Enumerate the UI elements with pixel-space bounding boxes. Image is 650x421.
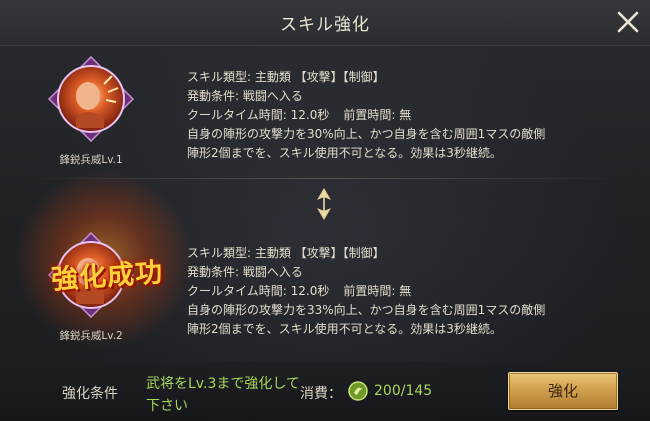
skill-trigger-line: 発動条件: 戦闘へ入る — [187, 89, 303, 103]
skill-effect-line-2: 陣形2個までを、スキル使用不可となる。効果は3秒継続。 — [187, 146, 502, 160]
cooldown-text: クールタイム時間: 12.0秒 — [187, 284, 330, 298]
condition-text: 武将をLv.3まで強化して下さい — [146, 376, 300, 414]
next-skill-name: 鋒鋭兵威Lv.2 — [59, 330, 123, 342]
cost-label: 消費： — [300, 386, 342, 402]
condition-label: 強化条件 — [62, 386, 118, 402]
skill-timing-line: クールタイム時間: 12.0秒 前置時間: 無 — [187, 106, 627, 125]
skill-icon — [48, 56, 134, 142]
close-icon[interactable] — [612, 6, 644, 38]
prep-time-text: 前置時間: 無 — [343, 284, 412, 298]
next-skill-row: 鋒鋭兵威Lv.2 スキル類型: 主動類 【攻撃】【制御】 発動条件: 戦闘へ入る… — [0, 232, 650, 362]
current-skill-description: スキル類型: 主動類 【攻撃】【制御】 発動条件: 戦闘へ入る クールタイム時間… — [187, 68, 627, 163]
next-skill-description: スキル類型: 主動類 【攻撃】【制御】 発動条件: 戦闘へ入る クールタイム時間… — [187, 244, 627, 339]
cooldown-text: クールタイム時間: 12.0秒 — [187, 108, 330, 122]
skill-enhance-dialog: スキル強化 鋒鋭兵威Lv.1 スキル類型: 主動類 【攻撃】【制御】 発動条件:… — [0, 0, 650, 421]
skill-effect-line-2: 陣形2個までを、スキル使用不可となる。効果は3秒継続。 — [187, 322, 502, 336]
skill-effect-line-1: 自身の陣形の攻撃力を33%向上、かつ自身を含む周囲1マスの敵側 — [187, 303, 546, 317]
resource-coin-icon — [348, 381, 368, 401]
skill-effect-line-1: 自身の陣形の攻撃力を30%向上、かつ自身を含む周囲1マスの敵側 — [187, 127, 546, 141]
current-skill-name: 鋒鋭兵威Lv.1 — [59, 154, 123, 166]
skill-type-line: スキル類型: 主動類 【攻撃】【制御】 — [187, 246, 385, 260]
cost-value: 200/145 — [374, 383, 433, 399]
skill-trigger-line: 発動条件: 戦闘へ入る — [187, 265, 303, 279]
dialog-title: スキル強化 — [280, 15, 370, 35]
skill-timing-line: クールタイム時間: 12.0秒 前置時間: 無 — [187, 282, 627, 301]
current-skill-icon-group[interactable]: 鋒鋭兵威Lv.1 — [36, 56, 146, 176]
enhance-button[interactable]: 強化 — [508, 372, 618, 410]
double-arrow-down-icon — [317, 188, 331, 220]
prep-time-text: 前置時間: 無 — [343, 108, 412, 122]
skill-type-line: スキル類型: 主動類 【攻撃】【制御】 — [187, 70, 385, 84]
current-skill-row: 鋒鋭兵威Lv.1 スキル類型: 主動類 【攻撃】【制御】 発動条件: 戦闘へ入る… — [0, 56, 650, 186]
